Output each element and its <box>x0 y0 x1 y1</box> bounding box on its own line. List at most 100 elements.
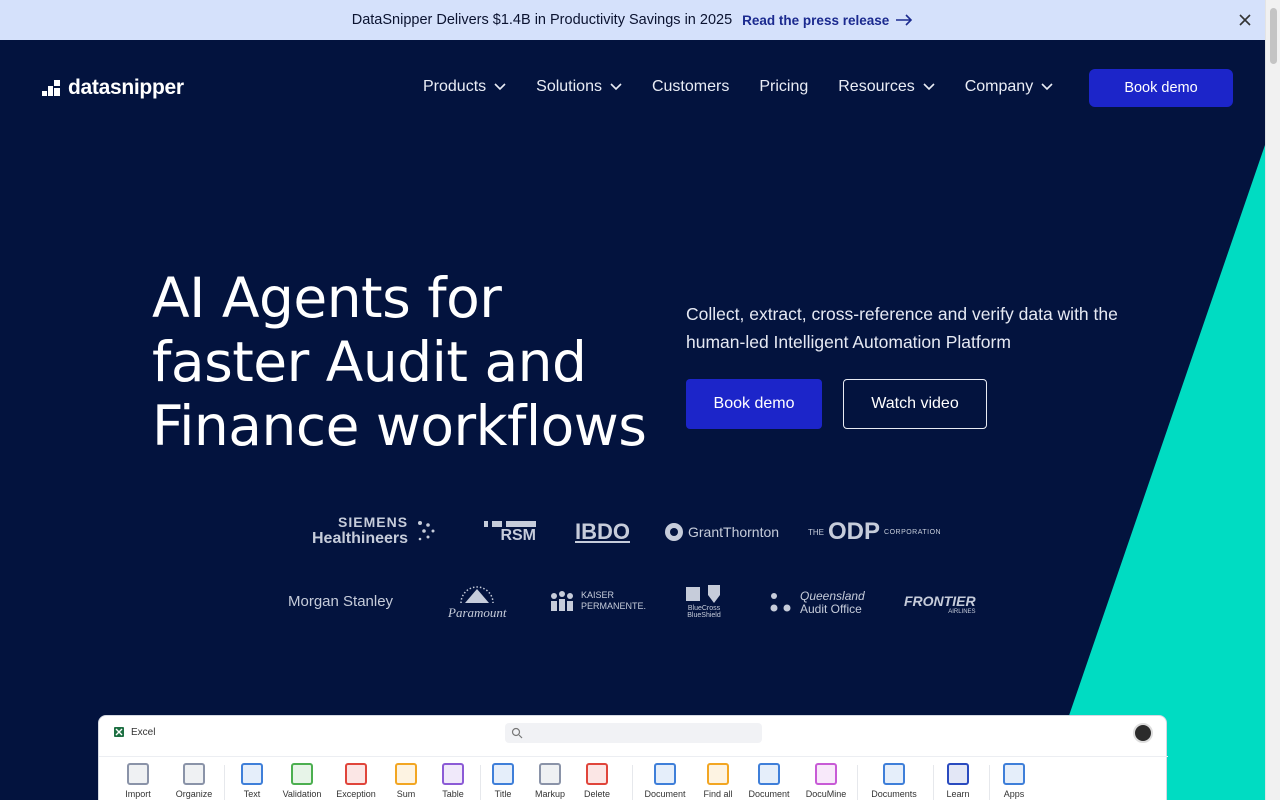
tool-label: Table <box>442 789 464 799</box>
search-icon <box>511 727 523 739</box>
page-scrollbar[interactable] <box>1265 0 1280 800</box>
hero-book-demo-button[interactable]: Book demo <box>686 379 822 429</box>
nav-item-resources[interactable]: Resources <box>838 78 935 96</box>
toolbar-separator <box>857 765 858 800</box>
nav-book-demo-button[interactable]: Book demo <box>1089 69 1233 107</box>
tool-label: Document <box>748 789 790 799</box>
user-avatar[interactable] <box>1133 723 1153 743</box>
tool-document-2[interactable]: Document <box>741 763 797 799</box>
tool-organize[interactable]: Organize <box>166 763 222 799</box>
sum-icon <box>395 763 417 785</box>
grant-thornton-icon <box>665 523 683 541</box>
text-icon <box>241 763 263 785</box>
markup-icon <box>539 763 561 785</box>
watch-video-button[interactable]: Watch video <box>843 379 987 429</box>
kaiser-icon <box>551 591 573 611</box>
tool-documents[interactable]: Documents <box>866 763 922 799</box>
logo-rsm: RSM <box>484 521 536 545</box>
nav-item-label: Customers <box>651 78 730 95</box>
tool-table[interactable]: Table <box>425 763 481 799</box>
tool-apps[interactable]: Apps <box>986 763 1042 799</box>
logo-text: Morgan Stanley <box>288 593 394 610</box>
logo-grant-thornton: GrantThornton <box>664 522 779 542</box>
chevron-down-icon <box>494 83 506 91</box>
logo-text: Paramount <box>448 605 507 620</box>
tool-delete[interactable]: Delete <box>569 763 625 799</box>
tool-exception[interactable]: Exception <box>328 763 384 799</box>
logo-text: CORPORATION <box>884 528 942 536</box>
logo-siemens-healthineers: SIEMENS Healthineers <box>312 514 436 548</box>
tool-label: DocuMine <box>805 789 847 799</box>
tool-label: Sum <box>396 789 416 799</box>
tool-label: Import <box>125 789 151 799</box>
logo-text: Audit Office <box>800 602 862 616</box>
close-icon[interactable] <box>1237 12 1253 28</box>
tool-label: Apps <box>1003 789 1025 799</box>
tool-find-all[interactable]: Find all <box>690 763 746 799</box>
toolbar-separator <box>632 765 633 800</box>
tool-text[interactable]: Text <box>224 763 280 799</box>
hero-section: datasnipper Products Solutions Customers… <box>0 40 1265 800</box>
tool-label: Exception <box>336 789 376 799</box>
nav-item-solutions[interactable]: Solutions <box>536 78 622 96</box>
apps-icon <box>1003 763 1025 785</box>
tool-learn[interactable]: Learn <box>930 763 986 799</box>
logo-odp: THE ODP CORPORATION <box>808 518 941 546</box>
tool-import[interactable]: Import <box>110 763 166 799</box>
documents-icon <box>883 763 905 785</box>
document-icon <box>654 763 676 785</box>
logo-kaiser-permanente: KAISER PERMANENTE. <box>548 590 646 612</box>
exception-icon <box>345 763 367 785</box>
announcement-bar: DataSnipper Delivers $1.4B in Productivi… <box>0 0 1265 40</box>
find-all-icon <box>707 763 729 785</box>
logo-bcbs: BlueCross BlueShield <box>684 583 724 619</box>
nav-item-pricing[interactable]: Pricing <box>759 78 808 96</box>
logo-text: AIRLINES <box>948 609 976 615</box>
nav-item-customers[interactable]: Customers <box>652 78 729 96</box>
logo-morgan-stanley: Morgan Stanley <box>288 593 393 610</box>
paramount-mountain-icon <box>460 586 494 604</box>
app-window-title-text: Excel <box>131 726 156 738</box>
document-compare-icon <box>758 763 780 785</box>
validation-icon <box>291 763 313 785</box>
organize-icon <box>183 763 205 785</box>
logo-text: BlueShield <box>687 612 721 619</box>
logo-text: Healthineers <box>312 530 409 547</box>
logo-queensland-audit-office: Queensland Audit Office <box>770 590 865 616</box>
app-search-input[interactable] <box>505 723 762 743</box>
tool-label: Delete <box>583 789 610 799</box>
press-release-link[interactable]: Read the press release <box>742 13 913 28</box>
excel-icon <box>114 727 124 737</box>
nav-item-label: Resources <box>838 78 915 95</box>
title-icon <box>492 763 514 785</box>
table-icon <box>442 763 464 785</box>
tool-label: Organize <box>175 789 213 799</box>
nav-item-company[interactable]: Company <box>965 78 1053 96</box>
tool-label: Documents <box>871 789 917 799</box>
tool-documine[interactable]: DocuMine <box>798 763 854 799</box>
logo-text: KAISER <box>581 590 615 600</box>
headline-line: Finance workflows <box>152 394 647 458</box>
scrollbar-thumb[interactable] <box>1270 8 1277 64</box>
logo-text: FRONTIER <box>904 593 976 609</box>
hero-subtext: Collect, extract, cross-reference and ve… <box>686 304 1118 352</box>
hero-headline: AI Agents for faster Audit and Finance w… <box>152 266 652 458</box>
press-release-link-label[interactable]: Read the press release <box>742 13 889 28</box>
app-window-title: Excel <box>113 726 155 738</box>
tool-label: Validation <box>282 789 322 799</box>
announcement-text: DataSnipper Delivers $1.4B in Productivi… <box>351 12 733 28</box>
datasnipper-logo-icon <box>42 80 60 96</box>
tool-validation[interactable]: Validation <box>274 763 330 799</box>
brand-logo[interactable]: datasnipper <box>42 76 184 100</box>
logo-bdo: IBDO <box>575 519 630 545</box>
chevron-down-icon <box>923 83 935 91</box>
logo-text: GrantThornton <box>688 524 780 540</box>
brand-name: datasnipper <box>68 76 184 99</box>
logo-text: PERMANENTE. <box>581 601 647 611</box>
tool-label: Document <box>644 789 686 799</box>
nav-item-products[interactable]: Products <box>423 78 506 96</box>
dots-icon <box>418 521 435 541</box>
tool-document[interactable]: Document <box>637 763 693 799</box>
delete-icon <box>586 763 608 785</box>
tool-label: Text <box>243 789 261 799</box>
